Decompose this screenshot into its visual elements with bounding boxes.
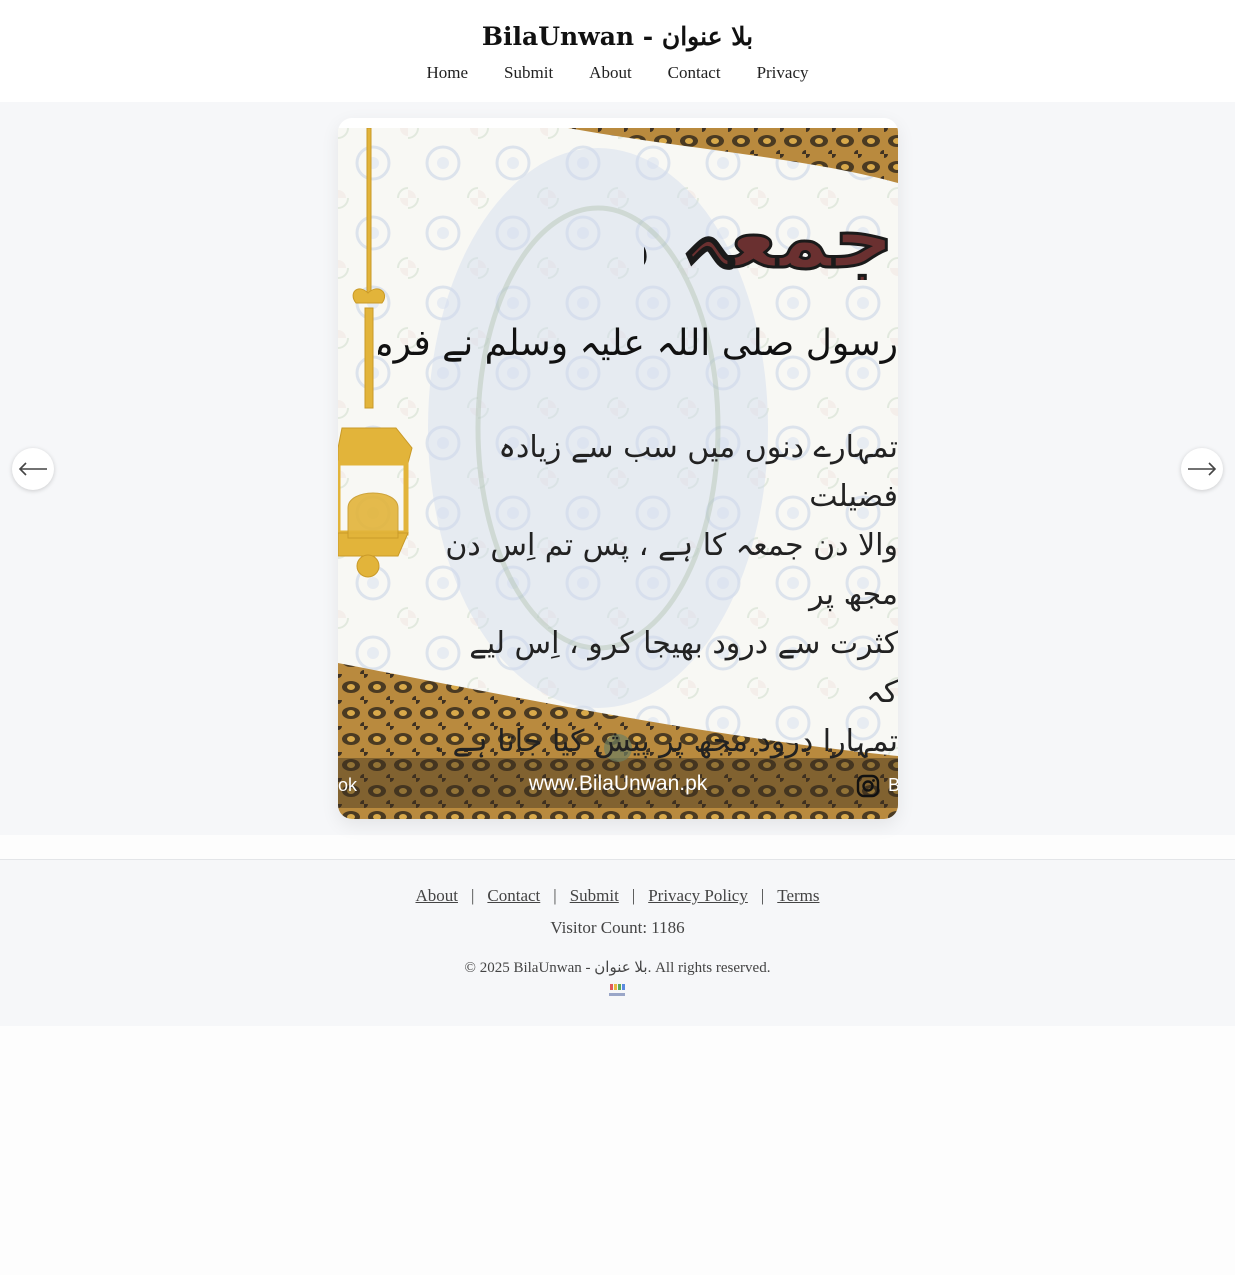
- footer-link-privacy-policy[interactable]: Privacy Policy: [648, 886, 748, 906]
- footer-link-about[interactable]: About: [415, 886, 458, 906]
- site-logo-icon[interactable]: [607, 983, 627, 999]
- nav-home[interactable]: Home: [427, 63, 469, 83]
- post-image-card[interactable]: جمعہ مبارک رسول صلی اللہ علیہ وسلم نے فر…: [338, 118, 898, 819]
- nav-privacy[interactable]: Privacy: [757, 63, 809, 83]
- footer-separator: |: [553, 886, 557, 905]
- post-carousel: جمعہ مبارک رسول صلی اللہ علیہ وسلم نے فر…: [0, 102, 1235, 835]
- site-footer: About | Contact | Submit | Privacy Polic…: [0, 859, 1235, 1026]
- nav-submit[interactable]: Submit: [504, 63, 553, 83]
- instagram-icon: [856, 774, 880, 798]
- footer-link-contact[interactable]: Contact: [487, 886, 540, 906]
- nav-contact[interactable]: Contact: [668, 63, 721, 83]
- nav-about[interactable]: About: [589, 63, 632, 83]
- site-title[interactable]: BilaUnwan - بلا عنوان: [0, 22, 1235, 51]
- poster-body-text: تمہارے دنوں میں سب سے زیادہ فضیلت والا د…: [433, 430, 898, 759]
- site-header: BilaUnwan - بلا عنوان Home Submit About …: [0, 0, 1235, 102]
- footer-separator: |: [470, 886, 475, 905]
- arrow-right-icon: [1188, 462, 1217, 476]
- top-nav: Home Submit About Contact Privacy: [0, 63, 1235, 83]
- poster-right-edge-text: B: [888, 775, 898, 795]
- next-slide-button[interactable]: [1181, 448, 1223, 490]
- footer-separator: |: [631, 886, 636, 905]
- footer-links: About | Contact | Submit | Privacy Polic…: [0, 886, 1235, 906]
- poster-website: www.BilaUnwan.pk: [528, 772, 708, 795]
- footer-separator: |: [760, 886, 765, 905]
- footer-link-submit[interactable]: Submit: [570, 886, 619, 906]
- arrow-left-icon: [18, 462, 47, 476]
- poster-heading: جمعہ مبارک: [644, 196, 894, 280]
- visitor-count: Visitor Count: 1186: [550, 918, 685, 937]
- prev-slide-button[interactable]: [12, 448, 54, 490]
- poster-subheading: رسول صلی اللہ علیہ وسلم نے فرمایا:: [378, 323, 898, 364]
- footer-link-terms[interactable]: Terms: [777, 886, 819, 906]
- copyright-text: © 2025 BilaUnwan - بلا عنوان. All rights…: [464, 960, 771, 976]
